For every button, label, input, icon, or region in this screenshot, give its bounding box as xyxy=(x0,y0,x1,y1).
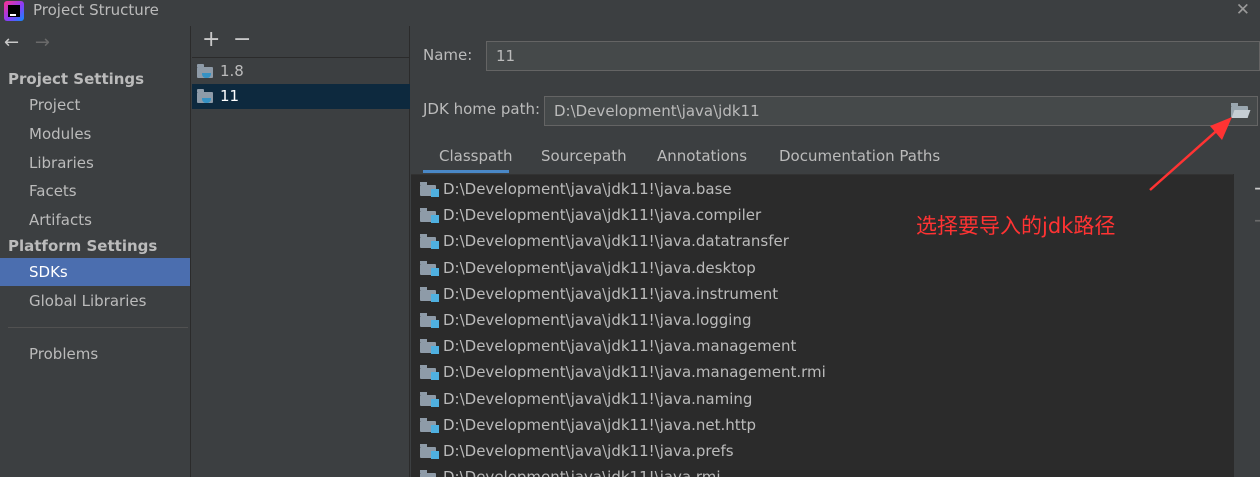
sdk-toolbar: + − xyxy=(192,26,410,56)
jar-folder-icon xyxy=(420,182,439,197)
jdk-folder-icon xyxy=(197,64,214,79)
classpath-scrollbar[interactable] xyxy=(1233,174,1243,477)
annotation-text: 选择要导入的jdk路径 xyxy=(916,214,1116,238)
jar-folder-icon xyxy=(420,391,439,407)
jar-folder-icon xyxy=(420,365,439,381)
classpath-entry-label: D:\Development\java\jdk11!\java.logging xyxy=(443,311,752,329)
nav-item-project[interactable]: Project xyxy=(0,91,190,119)
section-platform-settings: Platform Settings xyxy=(8,237,158,255)
sdk-list-pane: + − 1.8 11 xyxy=(192,26,410,477)
remove-path-button[interactable]: − xyxy=(1253,210,1260,230)
add-path-button[interactable]: + xyxy=(1253,178,1260,198)
classpath-row[interactable]: D:\Development\java\jdk11!\java.manageme… xyxy=(411,359,1231,385)
name-label: Name: xyxy=(423,46,473,64)
sdk-item-label: 1.8 xyxy=(220,62,244,80)
classpath-row[interactable]: D:\Development\java\jdk11!\java.logging xyxy=(411,307,1231,333)
sdk-item[interactable]: 11 xyxy=(192,84,410,109)
classpath-entry-label: D:\Development\java\jdk11!\java.net.http xyxy=(443,415,757,434)
tab-annotations[interactable]: Annotations xyxy=(641,142,747,173)
classpath-entry-label: D:\Development\java\jdk11!\java.manageme… xyxy=(443,363,826,382)
classpath-row[interactable]: D:\Development\java\jdk11!\java.prefs xyxy=(411,438,1231,464)
nav-divider xyxy=(8,327,188,328)
jdk-home-path-value: D:\Development\java\jdk11 xyxy=(554,102,760,120)
jar-folder-icon xyxy=(420,286,439,302)
back-arrow-icon[interactable]: ← xyxy=(4,32,19,53)
jar-folder-icon xyxy=(420,339,439,355)
classpath-entry-label: D:\Development\java\jdk11!\java.instrume… xyxy=(443,284,779,303)
tab-sourcepath[interactable]: Sourcepath xyxy=(525,142,627,173)
close-icon[interactable]: ✕ xyxy=(1236,0,1250,20)
sdk-list: 1.8 11 xyxy=(192,57,410,477)
nav-item-libraries[interactable]: Libraries xyxy=(0,149,190,177)
nav-item-facets[interactable]: Facets xyxy=(0,177,190,205)
classpath-entry-label: D:\Development\java\jdk11!\java.compiler xyxy=(443,206,762,225)
jar-folder-icon xyxy=(420,208,439,224)
jdk-home-path-label: JDK home path: xyxy=(423,100,541,118)
classpath-row[interactable]: D:\Development\java\jdk11!\java.base xyxy=(411,176,1231,202)
classpath-entry-label: D:\Development\java\jdk11!\java.manageme… xyxy=(443,337,797,356)
jar-folder-icon xyxy=(420,260,439,276)
nav-item-sdks[interactable]: SDKs xyxy=(0,258,190,286)
classpath-row[interactable]: D:\Development\java\jdk11!\java.net.http xyxy=(411,412,1231,438)
tab-documentation-paths[interactable]: Documentation Paths xyxy=(763,142,940,173)
section-project-settings: Project Settings xyxy=(8,70,145,88)
classpath-entry-label: D:\Development\java\jdk11!\java.datatran… xyxy=(443,232,789,251)
sdk-item[interactable]: 1.8 xyxy=(192,59,410,84)
jdk-folder-icon xyxy=(197,89,214,104)
intellij-app-icon xyxy=(4,1,24,21)
window-title: Project Structure xyxy=(33,1,159,19)
classpath-entry-label: D:\Development\java\jdk11!\java.naming xyxy=(443,389,753,408)
classpath-side-toolbar: + − xyxy=(1249,176,1260,256)
classpath-row[interactable]: D:\Development\java\jdk11!\java.naming xyxy=(411,386,1231,412)
title-bar: Project Structure ✕ xyxy=(0,0,1260,22)
jar-folder-icon xyxy=(420,444,439,459)
tab-classpath[interactable]: Classpath xyxy=(423,142,513,173)
settings-nav-pane: ← → Project Settings Project Modules Libra… xyxy=(0,26,191,477)
sdk-details-pane: Name: 11 JDK home path: D:\Development\j… xyxy=(411,26,1260,477)
classpath-entry-label: D:\Development\java\jdk11!\java.prefs xyxy=(443,442,734,460)
nav-item-global-libraries[interactable]: Global Libraries xyxy=(0,287,190,315)
classpath-row[interactable]: D:\Development\java\jdk11!\java.instrume… xyxy=(411,281,1231,307)
jar-folder-icon xyxy=(420,417,439,433)
classpath-entry-label: D:\Development\java\jdk11!\java.base xyxy=(443,180,732,198)
classpath-row[interactable]: D:\Development\java\jdk11!\java.desktop xyxy=(411,255,1231,281)
sdk-item-label: 11 xyxy=(220,87,240,105)
add-sdk-button[interactable]: + xyxy=(202,27,220,53)
nav-item-artifacts[interactable]: Artifacts xyxy=(0,206,190,234)
jar-folder-icon xyxy=(420,313,439,328)
name-field[interactable]: 11 xyxy=(486,41,1260,71)
jar-folder-icon xyxy=(420,234,439,250)
nav-item-problems[interactable]: Problems xyxy=(0,340,190,368)
annotation-arrow-icon xyxy=(1149,117,1232,191)
nav-arrows: ← → xyxy=(4,32,60,54)
classpath-row[interactable]: D:\Development\java\jdk11!\java.rmi xyxy=(411,464,1231,477)
nav-item-modules[interactable]: Modules xyxy=(0,120,190,148)
classpath-entry-label: D:\Development\java\jdk11!\java.desktop xyxy=(443,258,756,277)
forward-arrow-icon[interactable]: → xyxy=(35,32,50,53)
classpath-entry-label: D:\Development\java\jdk11!\java.rmi xyxy=(443,468,721,477)
jar-folder-icon xyxy=(420,470,439,477)
classpath-row[interactable]: D:\Development\java\jdk11!\java.manageme… xyxy=(411,333,1231,359)
remove-sdk-button[interactable]: − xyxy=(233,27,251,53)
